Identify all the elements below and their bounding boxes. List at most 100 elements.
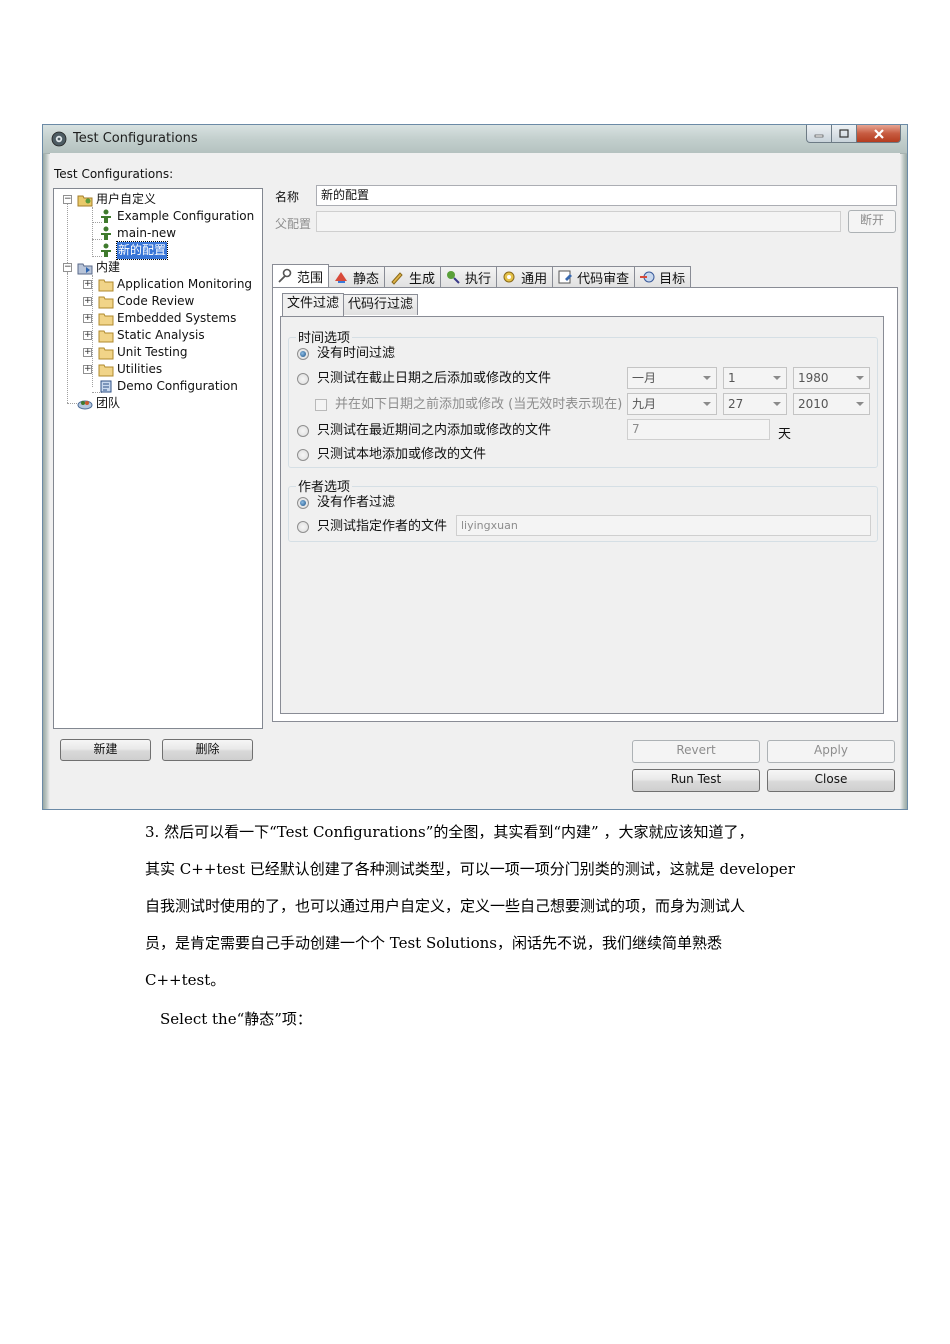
folder-icon [98, 364, 114, 377]
doc-paragraph-line-1: 3. 然后可以看一下“Test Configurations”的全图，其实看到“… [145, 823, 754, 841]
tab-label: 范围 [297, 270, 324, 286]
chevron-down-icon [852, 395, 868, 413]
tree-line [92, 275, 93, 387]
expand-toggle[interactable]: + [83, 280, 92, 289]
before-day-select[interactable]: 27 [723, 393, 787, 415]
config-tree[interactable]: − 用户自定义 Example Configuration main-new 新… [53, 188, 263, 729]
tree-node-label: Utilities [117, 362, 163, 376]
chevron-down-icon [699, 369, 715, 387]
doc-select-static-line: Select the“静态”项： [160, 1010, 312, 1028]
code-review-icon [558, 270, 573, 284]
tree-node-label: 团队 [96, 396, 121, 410]
expand-toggle[interactable]: + [83, 331, 92, 340]
tree-node-label: 内建 [96, 260, 121, 274]
tree-label: Test Configurations: [54, 167, 174, 181]
parent-input[interactable] [316, 211, 841, 232]
tab-common[interactable]: 通用 [496, 266, 554, 287]
tree-line [67, 273, 68, 403]
tab-generate[interactable]: 生成 [384, 266, 442, 287]
select-value: 1 [728, 371, 736, 385]
days-unit-label: 天 [778, 427, 792, 442]
tree-node-label: Example Configuration [117, 209, 255, 223]
after-year-select[interactable]: 1980 [793, 367, 870, 389]
tab-target[interactable]: 目标 [634, 266, 692, 287]
chevron-down-icon [699, 395, 715, 413]
collapse-toggle[interactable]: − [63, 195, 72, 204]
radio[interactable] [297, 425, 309, 437]
config-tabs: 范围 静态 生成 执行 通用 代码审查 目标 [272, 264, 692, 288]
folder-icon [98, 330, 114, 343]
tree-node-label: 用户自定义 [96, 192, 157, 206]
expand-toggle[interactable]: + [83, 365, 92, 374]
tab-label: 代码审查 [577, 271, 630, 287]
tab-static[interactable]: 静态 [328, 266, 386, 287]
name-label: 名称 [275, 190, 300, 204]
maximize-button[interactable] [832, 125, 857, 143]
expand-toggle[interactable]: + [83, 297, 92, 306]
before-month-select[interactable]: 九月 [627, 393, 717, 415]
select-value: 九月 [632, 397, 657, 411]
subtab-line-filter[interactable]: 代码行过滤 [343, 294, 419, 315]
radio[interactable] [297, 373, 309, 385]
chevron-down-icon [852, 369, 868, 387]
config-icon [100, 380, 112, 393]
radio[interactable] [297, 521, 309, 533]
tree-node-label: Embedded Systems [117, 311, 237, 325]
doc-paragraph-line-4: 员，是肯定需要自己手动创建一个个 Test Solutions，闲话先不说，我们… [145, 934, 722, 952]
doc-paragraph-line-5: C++test。 [145, 971, 226, 989]
title-bar[interactable]: Test Configurations [43, 125, 907, 154]
option-label: 只测试本地添加或修改的文件 [317, 447, 487, 462]
folder-icon [98, 279, 114, 292]
execute-icon [447, 271, 460, 284]
delete-button[interactable]: 删除 [162, 739, 253, 761]
expand-toggle[interactable]: + [83, 314, 92, 323]
after-day-select[interactable]: 1 [723, 367, 787, 389]
tree-node-label: Application Monitoring [117, 277, 253, 291]
revert-button[interactable]: Revert [632, 740, 760, 763]
app-gear-icon [51, 131, 67, 147]
close-window-button[interactable] [857, 125, 901, 143]
tab-execute[interactable]: 执行 [440, 266, 498, 287]
run-test-button[interactable]: Run Test [632, 769, 760, 792]
subtab-file-filter[interactable]: 文件过滤 [282, 293, 345, 316]
disconnect-button[interactable]: 断开 [848, 210, 896, 233]
new-button[interactable]: 新建 [60, 739, 151, 761]
window-title: Test Configurations [73, 131, 198, 146]
folder-icon [98, 296, 114, 309]
collapse-toggle[interactable]: − [63, 263, 72, 272]
recent-days-input[interactable]: 7 [627, 419, 770, 440]
radio-selected[interactable] [297, 497, 309, 509]
dialog-client-area: Test Configurations: − 用户自定义 Example Con… [50, 153, 900, 803]
option-label: 没有时间过滤 [317, 346, 396, 361]
tree-line [92, 207, 93, 257]
tree-node-label: Static Analysis [117, 328, 205, 342]
before-year-select[interactable]: 2010 [793, 393, 870, 415]
tab-label: 目标 [659, 271, 686, 287]
tree-node-label: Demo Configuration [117, 379, 238, 393]
author-input[interactable]: liyingxuan [456, 515, 871, 536]
chevron-down-icon [769, 395, 785, 413]
name-input[interactable]: 新的配置 [316, 185, 897, 206]
expand-toggle[interactable]: + [83, 348, 92, 357]
apply-button[interactable]: Apply [767, 740, 895, 763]
minimize-icon [814, 134, 824, 137]
tab-code-review[interactable]: 代码审查 [552, 266, 636, 287]
option-label: 没有作者过滤 [317, 495, 396, 510]
select-value: 1980 [798, 371, 829, 385]
tree-line [67, 403, 77, 404]
static-icon [335, 272, 348, 283]
after-month-select[interactable]: 一月 [627, 367, 717, 389]
checkbox[interactable] [315, 399, 327, 411]
option-label: 只测试在截止日期之后添加或修改的文件 [317, 371, 552, 386]
tab-scope[interactable]: 范围 [272, 264, 330, 287]
time-options-title: 时间选项 [296, 327, 353, 346]
minimize-button[interactable] [806, 125, 832, 143]
config-icon [101, 243, 111, 257]
close-button[interactable]: Close [767, 769, 895, 792]
doc-paragraph-line-2: 其实 C++test 已经默认创建了各种测试类型，可以一项一项分门别类的测试，这… [145, 860, 795, 878]
select-value: 一月 [632, 371, 657, 385]
radio-selected[interactable] [297, 348, 309, 360]
key-icon [278, 268, 292, 283]
option-label: 只测试在最近期间之内添加或修改的文件 [317, 423, 552, 438]
radio[interactable] [297, 449, 309, 461]
